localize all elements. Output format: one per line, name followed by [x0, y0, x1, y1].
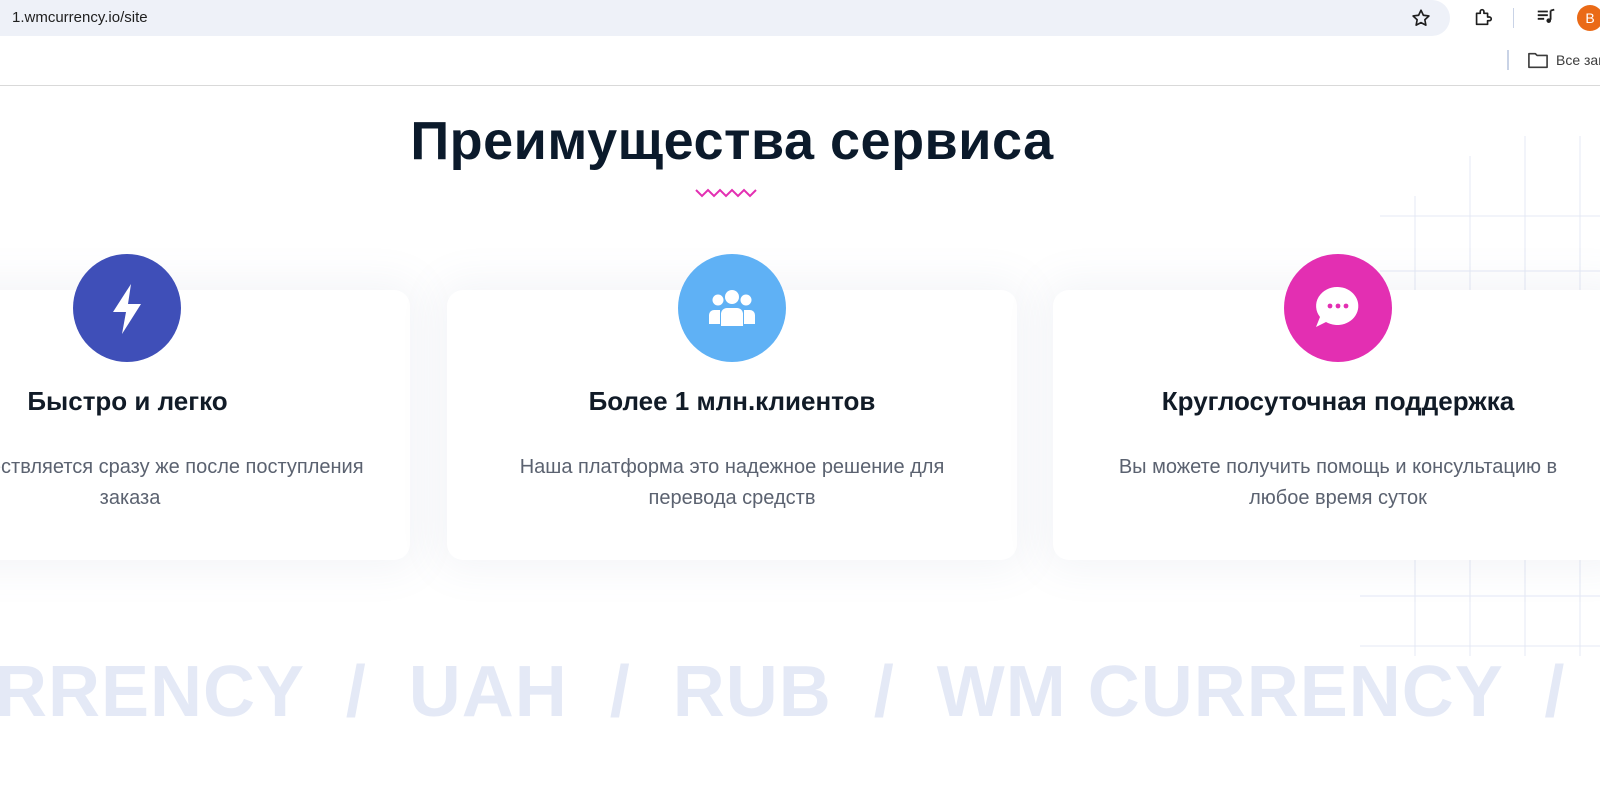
section-title: Преимущества сервиса	[410, 111, 1054, 171]
feature-description-support: Вы можете получить помощь и консультацию…	[1118, 456, 1558, 509]
extensions-icon[interactable]	[1472, 6, 1494, 28]
address-url[interactable]: 1.wmcurrency.io/site	[12, 9, 148, 26]
browser-toolbar: 1.wmcurrency.io/site B	[0, 0, 1600, 37]
all-bookmarks-label[interactable]: Все зак	[1556, 52, 1600, 68]
currency-marquee: RRENCY / UAH / RUB / WM CURRENCY / U	[0, 652, 1600, 732]
squiggle-underline-icon	[695, 188, 757, 198]
users-icon	[709, 290, 755, 326]
feature-description-fast: енег осуществляется сразу же после посту…	[0, 456, 364, 509]
feature-icon-badge-fast	[73, 254, 181, 362]
feature-description-clients: Наша платформа это надежное решение для …	[519, 456, 945, 509]
toolbar-divider	[1513, 8, 1514, 28]
feature-title-fast: Быстро и легко	[27, 386, 228, 416]
lightning-icon	[113, 284, 141, 334]
star-icon[interactable]	[1410, 7, 1432, 29]
media-icon[interactable]	[1535, 6, 1557, 28]
feature-title-support: Круглосуточная поддержка	[1161, 386, 1515, 416]
chat-bubble-icon	[1316, 286, 1359, 327]
bookmarks-divider	[1507, 50, 1509, 70]
address-bar[interactable]: 1.wmcurrency.io/site	[0, 0, 1450, 36]
feature-icon-badge-clients	[678, 254, 786, 362]
feature-card-fast	[0, 290, 410, 560]
page-viewport: Преимущества сервиса Быстро и легко Боле…	[0, 86, 1600, 792]
feature-title-clients: Более 1 млн.клиентов	[588, 386, 876, 416]
folder-icon[interactable]	[1527, 50, 1549, 70]
profile-avatar[interactable]: B	[1577, 5, 1600, 31]
feature-icon-badge-support	[1284, 254, 1392, 362]
bookmarks-bar: Все зак	[0, 37, 1600, 86]
